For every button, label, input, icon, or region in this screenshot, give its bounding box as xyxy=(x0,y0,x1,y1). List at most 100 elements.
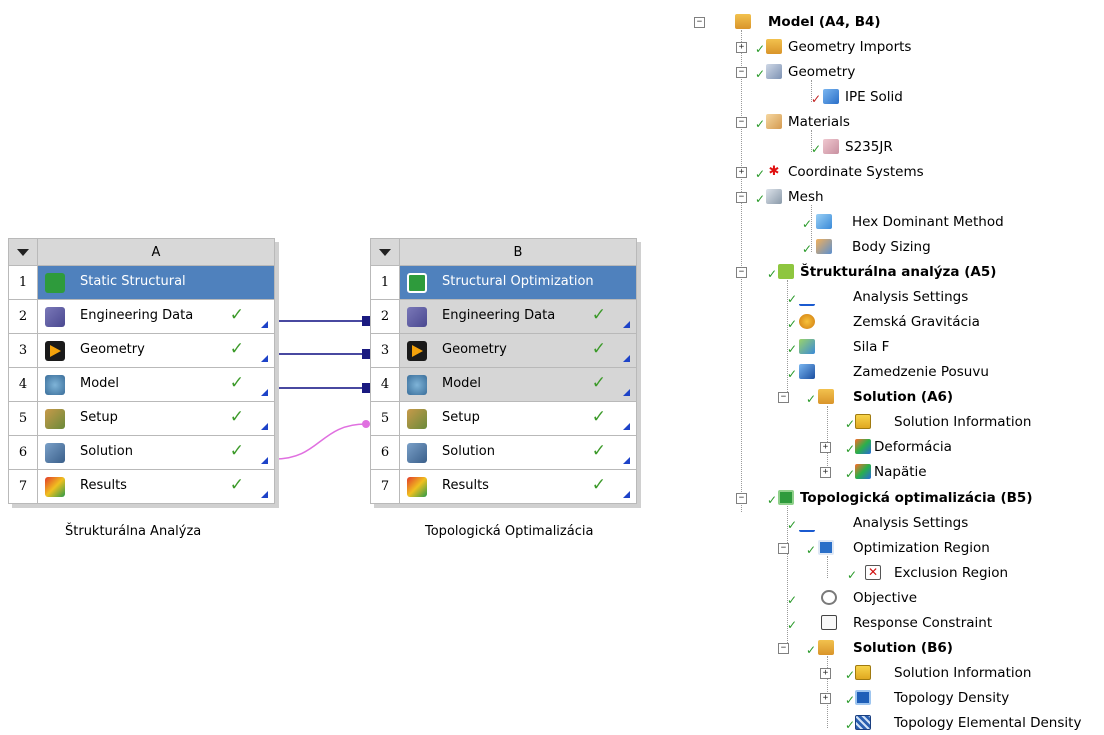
static-structural-icon xyxy=(45,273,65,293)
expand-toggle[interactable]: + xyxy=(736,167,747,178)
system-a-geometry-cell[interactable]: Geometry ✓ xyxy=(37,333,275,368)
connection-triangle-icon xyxy=(623,355,630,362)
setup-icon xyxy=(45,409,65,429)
status-check-icon: ✓ xyxy=(787,618,798,632)
collapse-toggle[interactable]: − xyxy=(736,267,747,278)
geometry-icon xyxy=(45,341,65,361)
geometry-icon xyxy=(407,341,427,361)
status-check-icon: ✓ xyxy=(845,668,856,682)
expand-toggle[interactable]: + xyxy=(820,467,831,478)
up-to-date-check-icon: ✓ xyxy=(591,475,606,495)
row-number: 6 xyxy=(370,435,400,470)
row-number: 5 xyxy=(8,401,38,436)
tree-node-label: Solution Information xyxy=(894,665,1032,681)
system-b[interactable]: B 1 Structural Optimization 2 Engineerin… xyxy=(370,238,637,504)
collapse-toggle[interactable]: − xyxy=(778,643,789,654)
system-b-results-cell[interactable]: Results ✓ xyxy=(399,469,637,504)
collapse-toggle[interactable]: − xyxy=(736,117,747,128)
row-number: 3 xyxy=(8,333,38,368)
status-check-icon: ✓ xyxy=(802,217,813,231)
system-a-solution-cell[interactable]: Solution ✓ xyxy=(37,435,275,470)
expand-toggle[interactable]: + xyxy=(820,668,831,679)
engineering-data-icon xyxy=(45,307,65,327)
up-to-date-check-icon: ✓ xyxy=(229,339,244,359)
system-b-geometry-cell[interactable]: Geometry ✓ xyxy=(399,333,637,368)
system-a[interactable]: A 1 Static Structural 2 Engineering Data… xyxy=(8,238,275,504)
tree-node-label: Mesh xyxy=(788,189,824,205)
system-a-menu-arrow[interactable] xyxy=(8,238,38,266)
system-a-model-cell[interactable]: Model ✓ xyxy=(37,367,275,402)
status-check-icon: ✓ xyxy=(787,367,798,381)
system-a-caption[interactable]: Štrukturálna Analýza xyxy=(65,524,201,539)
exclusion-region-icon: ✕ xyxy=(865,565,881,580)
deformation-result-icon xyxy=(855,439,871,454)
model-icon xyxy=(407,375,427,395)
system-b-setup-cell[interactable]: Setup ✓ xyxy=(399,401,637,436)
collapse-toggle[interactable]: − xyxy=(736,67,747,78)
row-number: 1 xyxy=(370,265,400,300)
hex-dominant-icon xyxy=(816,214,832,229)
row-number: 6 xyxy=(8,435,38,470)
connection-triangle-icon xyxy=(623,389,630,396)
tree-node-label: S235JR xyxy=(845,139,893,155)
status-check-icon: ✓ xyxy=(787,518,798,532)
collapse-toggle[interactable]: − xyxy=(778,392,789,403)
system-b-caption[interactable]: Topologická Optimalizácia xyxy=(425,524,593,539)
expand-toggle[interactable]: + xyxy=(820,693,831,704)
status-check-icon: ✓ xyxy=(806,392,817,406)
system-b-menu-arrow[interactable] xyxy=(370,238,400,266)
up-to-date-check-icon: ✓ xyxy=(591,339,606,359)
connection-triangle-icon xyxy=(261,321,268,328)
system-a-title-cell[interactable]: Static Structural xyxy=(37,265,275,300)
solution-icon xyxy=(818,389,834,404)
system-b-model-cell[interactable]: Model ✓ xyxy=(399,367,637,402)
expand-toggle[interactable]: + xyxy=(736,42,747,53)
cell-label: Engineering Data xyxy=(80,308,194,323)
system-b-title-cell[interactable]: Structural Optimization xyxy=(399,265,637,300)
system-a-setup-cell[interactable]: Setup ✓ xyxy=(37,401,275,436)
row-number: 3 xyxy=(370,333,400,368)
link-solution-setup xyxy=(274,423,367,460)
system-a-column-header: A xyxy=(37,238,275,266)
collapse-toggle[interactable]: − xyxy=(736,192,747,203)
topology-elemental-density-icon xyxy=(855,715,871,730)
system-b-solution-cell[interactable]: Solution ✓ xyxy=(399,435,637,470)
row-number: 7 xyxy=(370,469,400,504)
status-check-icon: ✓ xyxy=(811,92,822,106)
solid-body-icon xyxy=(823,89,839,104)
system-a-results-cell[interactable]: Results ✓ xyxy=(37,469,275,504)
tree-node-label: Objective xyxy=(853,590,918,606)
connection-triangle-icon xyxy=(623,321,630,328)
force-icon xyxy=(799,339,815,354)
connection-triangle-icon xyxy=(623,457,630,464)
up-to-date-check-icon: ✓ xyxy=(229,407,244,427)
system-b-engineering-data-cell[interactable]: Engineering Data ✓ xyxy=(399,299,637,334)
collapse-toggle[interactable]: − xyxy=(736,493,747,504)
status-check-icon: ✓ xyxy=(845,417,856,431)
up-to-date-check-icon: ✓ xyxy=(591,305,606,325)
expand-toggle[interactable]: + xyxy=(820,442,831,453)
tree-node-label: Zamedzenie Posuvu xyxy=(853,364,989,380)
tree-node-label: Hex Dominant Method xyxy=(852,214,1004,230)
solution-information-icon xyxy=(855,665,871,680)
tree-node-label: Optimization Region xyxy=(853,540,990,556)
tree-node-label: Coordinate Systems xyxy=(788,164,924,180)
status-check-icon: ✓ xyxy=(787,342,798,356)
topology-density-icon xyxy=(855,690,871,705)
mesh-icon xyxy=(766,189,782,204)
collapse-toggle[interactable]: − xyxy=(778,543,789,554)
status-check-icon: ✓ xyxy=(755,67,766,81)
tree-node-label: Napätie xyxy=(874,464,927,480)
tree-node-label: Response Constraint xyxy=(853,615,993,631)
collapse-toggle[interactable]: − xyxy=(694,17,705,28)
status-check-icon: ✓ xyxy=(806,543,817,557)
up-to-date-check-icon: ✓ xyxy=(229,475,244,495)
fixed-support-icon xyxy=(799,364,815,379)
analysis-settings-icon xyxy=(799,515,815,532)
cell-label: Solution xyxy=(80,444,133,459)
solution-icon xyxy=(407,443,427,463)
tree-node-label: Solution Information xyxy=(894,414,1032,430)
tree-node-label: Deformácia xyxy=(874,439,952,455)
system-a-engineering-data-cell[interactable]: Engineering Data ✓ xyxy=(37,299,275,334)
status-check-icon: ✓ xyxy=(845,442,856,456)
